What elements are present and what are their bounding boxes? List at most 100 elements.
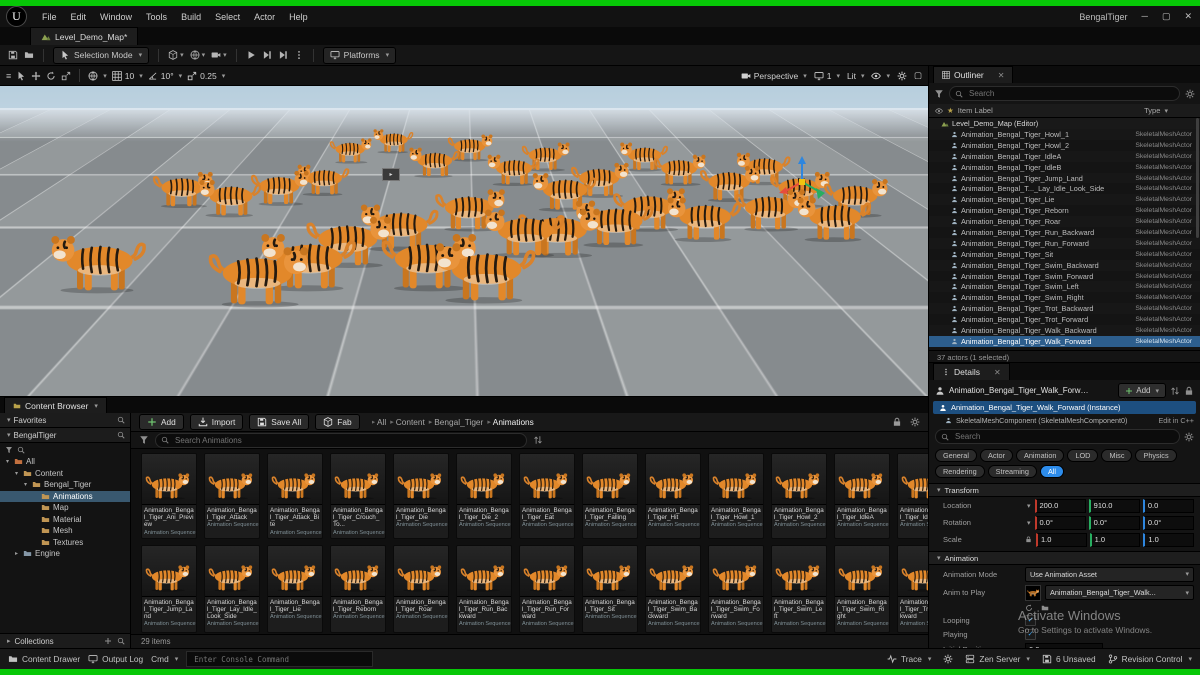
asset-card[interactable]: Animation_Bengal_Tiger_Falling Animation…	[582, 453, 638, 539]
location-value-field[interactable]: 200.0	[1035, 499, 1086, 513]
screen-percentage-dropdown[interactable]: 1▾	[814, 71, 840, 81]
outliner-row[interactable]: Animation_Bengal_Tiger_Swim_Backward Ske…	[929, 260, 1200, 271]
settings-icon[interactable]	[943, 654, 953, 664]
level-tab[interactable]: Level_Demo_Map*	[30, 27, 138, 45]
category-chip[interactable]: Rendering	[935, 465, 985, 478]
unreal-logo-icon[interactable]: U	[6, 6, 27, 27]
outliner-row[interactable]: Animation_Bengal_Tiger_Jump_Land Skeleta…	[929, 173, 1200, 184]
asset-card[interactable]: Animation_Bengal_Tiger_Ani_Preview Anima…	[141, 453, 197, 539]
settings-icon[interactable]	[910, 417, 920, 427]
scale-value-field[interactable]: 1.0	[1036, 533, 1087, 547]
category-chip[interactable]: LOD	[1067, 449, 1098, 462]
menu-item[interactable]: Select	[208, 12, 247, 22]
breadcrumb-item[interactable]: ▸ Bengal_Tiger	[429, 417, 484, 427]
editor-mode-dropdown[interactable]: Selection Mode ▾	[53, 47, 149, 64]
menu-item[interactable]: File	[35, 12, 64, 22]
asset-search[interactable]	[155, 433, 527, 448]
save-icon[interactable]	[8, 50, 18, 60]
breadcrumb-item[interactable]: ▸ Content	[390, 417, 425, 427]
scale-snap-toggle[interactable]: 0.25▾	[187, 71, 225, 81]
search-icon[interactable]	[117, 431, 125, 439]
outliner-row[interactable]: Animation_Bengal_Tiger_Sit SkeletalMeshA…	[929, 249, 1200, 260]
asset-card[interactable]: Animation_Bengal_Tiger_Swim_Backward Ani…	[645, 545, 701, 633]
browse-icon[interactable]	[24, 50, 34, 60]
edit-in-cpp-link[interactable]: Edit in C++	[1158, 416, 1194, 425]
close-icon[interactable]: ✕	[994, 368, 1001, 377]
details-settings-icon[interactable]	[1184, 432, 1194, 442]
search-icon[interactable]	[117, 637, 125, 645]
menu-item[interactable]: Tools	[139, 12, 174, 22]
filter-icon[interactable]	[139, 435, 149, 445]
expand-arrow-icon[interactable]: ▾	[4, 458, 11, 465]
animation-section-header[interactable]: ▾Animation	[929, 551, 1200, 565]
sort-icon[interactable]	[533, 435, 543, 445]
save-all-button[interactable]: Save All	[249, 414, 309, 430]
outliner-row[interactable]: Animation_Bengal_Tiger_Trot_Backward Ske…	[929, 303, 1200, 314]
fab-button[interactable]: Fab	[315, 414, 359, 430]
scale-value-field[interactable]: 1.0	[1090, 533, 1141, 547]
asset-card[interactable]: Animation_Bengal_Tiger_Reborn Animation …	[330, 545, 386, 633]
frame-skip-button[interactable]	[262, 50, 272, 60]
cmd-dropdown[interactable]: Cmd▾	[151, 654, 178, 664]
import-button[interactable]: Import	[190, 414, 244, 430]
asset-card[interactable]: Animation_Bengal_Tiger_Swim_Right Animat…	[834, 545, 890, 633]
rotation-value-field[interactable]: 0.0°	[1035, 516, 1086, 530]
content-drawer-button[interactable]: Content Drawer	[8, 654, 80, 664]
scale-tool-icon[interactable]	[61, 71, 71, 81]
looping-checkbox[interactable]	[1025, 615, 1036, 626]
lock-icon[interactable]	[1184, 386, 1194, 396]
outliner-search-input[interactable]	[967, 88, 1174, 99]
pinned-column-icon[interactable]: ★	[947, 106, 954, 115]
category-chip[interactable]: Animation	[1016, 449, 1064, 462]
asset-card[interactable]: Animation_Bengal_Tiger_Attack Animation …	[204, 453, 260, 539]
move-tool-icon[interactable]	[31, 71, 41, 81]
asset-card[interactable]: Animation_Bengal_Tiger_Run_Backward Anim…	[456, 545, 512, 633]
asset-card[interactable]: Animation_Bengal_Tiger_Hit Animation Seq…	[645, 453, 701, 539]
filter-icon[interactable]	[934, 89, 944, 99]
outliner-row[interactable]: Animation_Bengal_Tiger_IdleB SkeletalMes…	[929, 162, 1200, 173]
add-collection-icon[interactable]	[104, 637, 112, 645]
close-button[interactable]: ✕	[1184, 11, 1192, 22]
search-icon[interactable]	[117, 416, 125, 424]
details-search[interactable]	[935, 429, 1180, 444]
scale-value-field[interactable]: 1.0	[1143, 533, 1194, 547]
asset-card[interactable]: Animation_Bengal_Tiger_Eat Animation Seq…	[519, 453, 575, 539]
asset-card[interactable]: Animation_Bengal_Tiger_Lay_Idle_Look_Sid…	[204, 545, 260, 633]
folder-tree-item[interactable]: Material	[0, 514, 130, 526]
search-icon[interactable]	[17, 446, 25, 454]
play-options-button[interactable]	[278, 50, 288, 60]
lock-icon[interactable]	[892, 417, 902, 427]
outliner-settings-icon[interactable]	[1185, 89, 1195, 99]
asset-card[interactable]: Animation_Bengal_Tiger_Lie Animation Seq…	[267, 545, 323, 633]
asset-card[interactable]: Animation_Bengal_Tiger_Trot_Backward Ani…	[897, 545, 928, 633]
tiger-actor[interactable]	[427, 240, 537, 304]
rotate-tool-icon[interactable]	[46, 71, 56, 81]
folder-tree-item[interactable]: ▾ Bengal_Tiger	[0, 479, 130, 491]
component-row[interactable]: SkeletalMeshComponent (SkeletalMeshCompo…	[929, 414, 1200, 426]
asset-card[interactable]: Animation_Bengal_Tiger_Die_2 Animation S…	[456, 453, 512, 539]
viewport-settings-icon[interactable]	[897, 71, 907, 81]
maximize-viewport-icon[interactable]: ▢	[914, 70, 922, 81]
asset-card[interactable]: Animation_Bengal_Tiger_Die Animation Seq…	[393, 453, 449, 539]
outliner-root-row[interactable]: Level_Demo_Map (Editor)	[929, 118, 1200, 129]
location-value-field[interactable]: 910.0	[1089, 499, 1140, 513]
asset-card[interactable]: Animation_Bengal_Tiger_Howl_2 Animation …	[771, 453, 827, 539]
playing-checkbox[interactable]	[1025, 629, 1036, 640]
asset-card[interactable]: Animation_Bengal_Tiger_Crouch_To... Anim…	[330, 453, 386, 539]
unsaved-button[interactable]: 6 Unsaved	[1042, 654, 1096, 664]
category-chip[interactable]: Actor	[980, 449, 1013, 462]
asset-card[interactable]: Animation_Bengal_Tiger_Swim_Forward Anim…	[708, 545, 764, 633]
add-actor-icon[interactable]: ▾	[168, 50, 184, 60]
viewport-canvas[interactable]: ▸	[0, 86, 928, 396]
swap-icon[interactable]	[1170, 386, 1180, 396]
trace-dropdown[interactable]: Trace▾	[887, 654, 931, 664]
play-settings-icon[interactable]	[294, 50, 304, 60]
cinematics-icon[interactable]: ▾	[211, 50, 227, 60]
outliner-tab[interactable]: Outliner ✕	[933, 66, 1013, 83]
folder-tree-item[interactable]: ▾ All	[0, 456, 130, 468]
instance-row[interactable]: Animation_Bengal_Tiger_Walk_Forward (Ins…	[933, 401, 1196, 414]
outliner-row[interactable]: Animation_Bengal_Tiger_Swim_Left Skeleta…	[929, 281, 1200, 292]
console-input[interactable]	[192, 654, 367, 665]
show-flags-dropdown[interactable]: ▾	[871, 71, 890, 81]
folder-tree-item[interactable]: Textures	[0, 537, 130, 549]
